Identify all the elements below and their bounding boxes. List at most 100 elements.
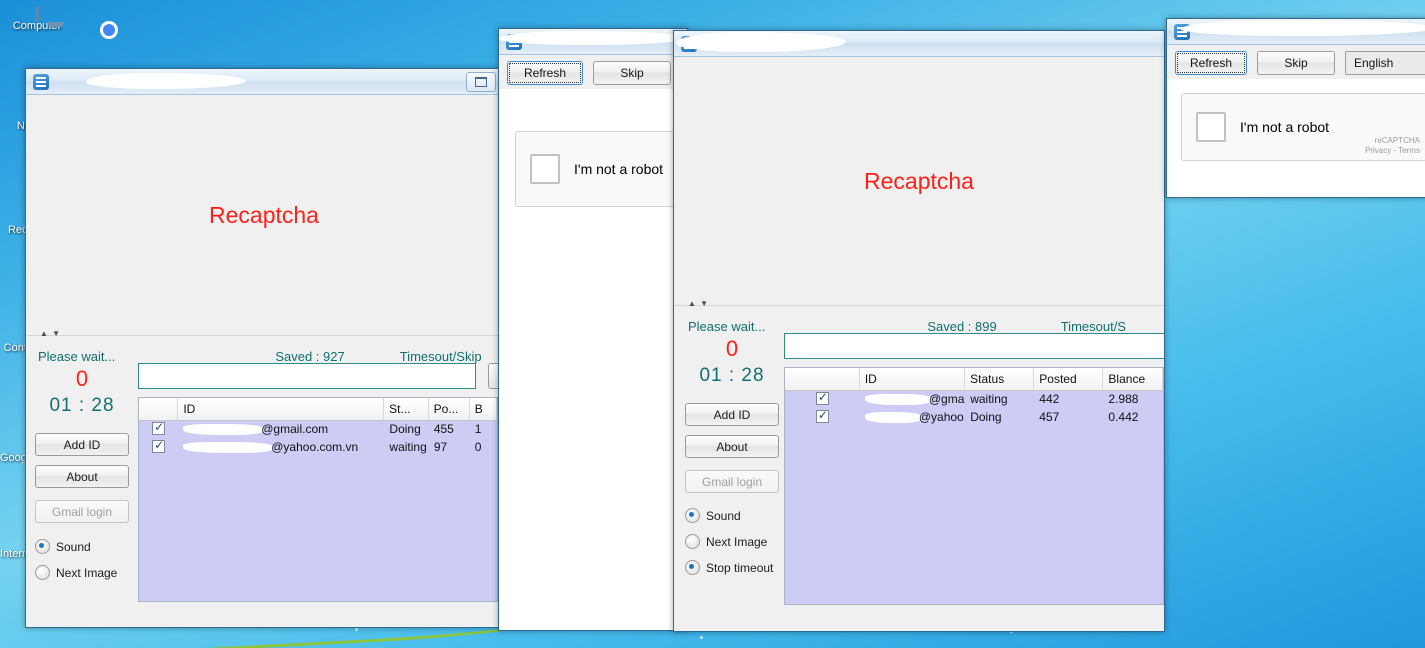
recaptcha-checkbox[interactable] — [1196, 112, 1226, 142]
add-id-button[interactable]: Add ID — [35, 433, 129, 456]
grid-col-id[interactable]: ID — [178, 398, 385, 420]
redaction-overlay — [864, 412, 921, 424]
refresh-button[interactable]: Refresh — [1175, 51, 1247, 75]
captcha-browser-body: I'm not a robot — [499, 89, 687, 630]
radio-next-image[interactable]: Next Image — [35, 565, 129, 580]
captcha-browser-body: I'm not a robot reCAPTCHA Privacy - Term… — [1167, 79, 1425, 197]
table-row[interactable]: @yahoo.com.vn waiting 97 0 — [139, 439, 497, 457]
title-bar[interactable] — [499, 29, 687, 55]
row-status: waiting — [970, 392, 1008, 406]
window-captcha-right[interactable]: Refresh Skip English I'm not a robot reC… — [1166, 18, 1425, 198]
table-row[interactable]: @gmai... waiting 442 2.988 — [785, 391, 1163, 409]
grid-col-check — [785, 368, 860, 390]
grid-col-posted[interactable]: Po... — [429, 398, 470, 420]
grid-col-status[interactable]: St... — [384, 398, 429, 420]
recaptcha-widget[interactable]: I'm not a robot reCAPTCHA Privacy - Term… — [1181, 93, 1425, 161]
row-checkbox[interactable] — [785, 391, 860, 409]
row-checkbox[interactable] — [139, 421, 178, 439]
recaptcha-privacy-terms[interactable]: Privacy - Terms — [1365, 146, 1420, 155]
table-row[interactable]: @yahoo... Doing 457 0.442 — [785, 409, 1163, 427]
recaptcha-checkbox[interactable] — [530, 154, 560, 184]
row-id: @yahoo... — [860, 409, 965, 427]
accounts-grid[interactable]: ID St... Po... B @gmail.com Doing 455 1 … — [138, 397, 498, 602]
redaction-overlay — [676, 32, 846, 52]
title-bar[interactable] — [26, 69, 502, 95]
accounts-grid[interactable]: ID Status Posted Blance @gmai... waiting… — [784, 367, 1164, 605]
captcha-image-area[interactable]: Recaptcha — [674, 57, 1164, 305]
wait-status-label: Please wait... — [688, 319, 766, 334]
answer-input[interactable] — [784, 333, 1164, 359]
row-blance: 0.442 — [1108, 410, 1139, 424]
row-posted: 455 — [433, 422, 454, 436]
redaction-overlay — [86, 73, 246, 89]
radio-next-image[interactable]: Next Image — [685, 534, 779, 549]
minimize-icon — [475, 76, 487, 87]
wait-status-label: Please wait... — [38, 349, 116, 364]
recaptcha-brand: reCAPTCHA Privacy - Terms — [1365, 136, 1420, 156]
row-blance: 0 — [474, 440, 482, 454]
gmail-login-button[interactable]: Gmail login — [685, 470, 779, 493]
table-row[interactable]: @gmail.com Doing 455 1 — [139, 421, 497, 439]
grid-col-blance[interactable]: Blance — [1103, 368, 1163, 390]
grid-col-id[interactable]: ID — [860, 368, 966, 390]
row-checkbox[interactable] — [785, 409, 860, 427]
window-second-tool[interactable]: Recaptcha Please wait... Saved : 899 Tim… — [673, 30, 1165, 632]
minimize-button[interactable] — [466, 71, 496, 92]
captcha-image-area[interactable]: Recaptcha — [26, 95, 502, 335]
row-status: waiting — [389, 440, 427, 454]
checkbox-icon — [815, 391, 829, 405]
skip-button[interactable]: Skip — [1257, 51, 1335, 75]
window-main-tool[interactable]: Recaptcha Please wait... Saved : 927 Tim… — [25, 68, 503, 628]
grid-col-posted[interactable]: Posted — [1034, 368, 1104, 390]
window-controls[interactable] — [466, 71, 498, 92]
wallpaper-dot — [355, 628, 358, 631]
wallpaper-dot — [700, 636, 703, 639]
grid-col-status[interactable]: Status — [965, 368, 1035, 390]
captcha-toolbar: Refresh Skip English — [1167, 45, 1425, 80]
status-row: Please wait... Saved : 899 Timesout/S — [674, 311, 1164, 334]
radio-stop-timeout[interactable]: Stop timeout — [685, 560, 779, 575]
grid-col-blance[interactable]: B — [470, 398, 497, 420]
desktop-icon-computer[interactable]: Computer — [0, 6, 74, 32]
row-checkbox[interactable] — [139, 439, 178, 457]
grid-col-check — [139, 398, 179, 420]
radio-icon — [685, 534, 700, 549]
radio-icon — [35, 565, 50, 580]
radio-label: Next Image — [706, 534, 768, 549]
radio-icon — [685, 508, 700, 523]
about-button[interactable]: About — [685, 435, 779, 458]
radio-sound[interactable]: Sound — [685, 508, 779, 523]
recaptcha-placeholder-text: Recaptcha — [209, 201, 319, 228]
app-icon — [33, 73, 49, 90]
row-blance: 2.988 — [1108, 392, 1139, 406]
row-id: @yahoo.com.vn — [178, 439, 384, 457]
window-captcha-left[interactable]: Refresh Skip I'm not a robot — [498, 28, 688, 631]
right-control-column: ID St... Po... B @gmail.com Doing 455 1 … — [138, 363, 502, 624]
recaptcha-placeholder-text: Recaptcha — [864, 167, 974, 194]
title-bar[interactable] — [1167, 19, 1425, 45]
recaptcha-widget[interactable]: I'm not a robot — [515, 131, 679, 207]
control-panel: Please wait... Saved : 899 Timesout/S 0 … — [674, 311, 1164, 631]
gmail-login-button[interactable]: Gmail login — [35, 500, 129, 523]
refresh-button[interactable]: Refresh — [507, 61, 583, 85]
checkbox-icon — [152, 421, 166, 435]
about-button[interactable]: About — [35, 465, 129, 488]
language-select[interactable]: English — [1345, 51, 1425, 75]
add-id-button[interactable]: Add ID — [685, 403, 779, 426]
row-blance: 1 — [474, 422, 482, 436]
redaction-overlay — [183, 442, 274, 454]
radio-sound[interactable]: Sound — [35, 539, 129, 554]
status-row: Please wait... Saved : 927 Timesout/Skip — [26, 341, 502, 364]
app-icon — [1174, 23, 1190, 40]
recaptcha-label: I'm not a robot — [1240, 119, 1330, 135]
answer-input[interactable] — [138, 363, 476, 389]
row-posted: 442 — [1039, 392, 1060, 406]
recaptcha-brand-name: reCAPTCHA — [1374, 136, 1420, 145]
skip-button[interactable]: Skip — [593, 61, 671, 85]
left-control-column: 0 01 : 28 Add ID About Gmail login Sound… — [678, 335, 786, 575]
row-id: @gmai... — [860, 391, 965, 409]
timesout-skip-label: Timesout/S — [1060, 319, 1126, 334]
title-bar[interactable] — [674, 31, 1164, 57]
redaction-overlay — [1181, 20, 1425, 36]
control-panel: Please wait... Saved : 927 Timesout/Skip… — [26, 341, 502, 627]
